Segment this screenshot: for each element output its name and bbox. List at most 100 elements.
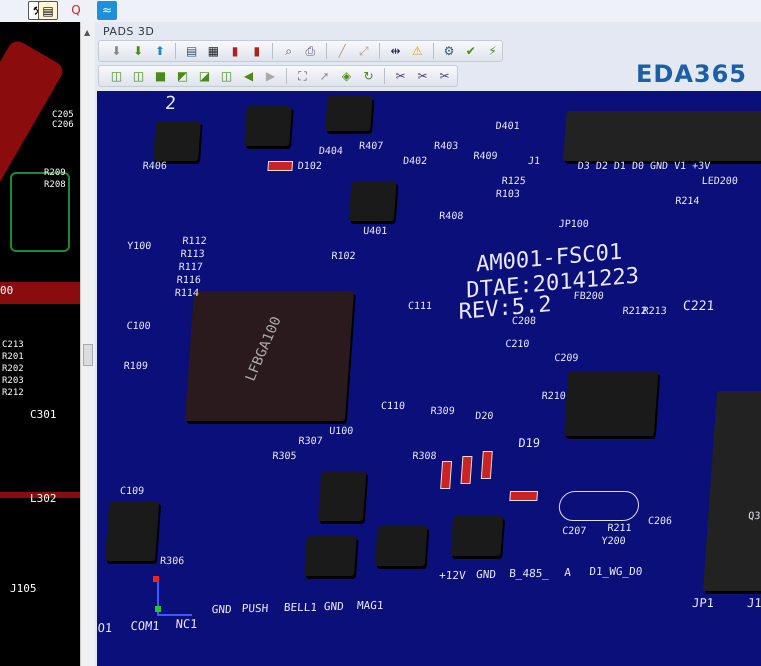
- measure-diagonal-icon[interactable]: ⤢: [354, 42, 373, 60]
- distance-icon[interactable]: ⇹: [386, 42, 405, 60]
- router-icon[interactable]: ≈: [97, 1, 117, 20]
- print-preview-icon[interactable]: ⌕: [279, 42, 298, 60]
- ref-label: R125: [501, 176, 527, 187]
- ref-label: R309: [430, 406, 456, 417]
- ref-label: C111: [407, 301, 433, 312]
- label-r202: R202: [2, 364, 24, 374]
- ref-label: U100: [328, 426, 354, 437]
- resistor: [460, 456, 473, 484]
- pin-header-side: [703, 391, 761, 591]
- diode-package: [450, 516, 504, 556]
- ref-label: D401: [495, 121, 520, 132]
- clip-y-icon[interactable]: ✂: [413, 67, 432, 85]
- pin-header: [563, 111, 761, 161]
- label-00: 00: [0, 284, 14, 297]
- import-icon[interactable]: ⬇: [107, 42, 126, 60]
- right-view-icon[interactable]: ◩: [173, 67, 192, 85]
- label-r209: R209: [44, 168, 66, 178]
- ref-label: R306: [159, 556, 185, 567]
- library-up-icon[interactable]: ▮: [247, 42, 266, 60]
- fit-view-icon[interactable]: ⛶: [293, 67, 312, 85]
- ref-label: Y100: [126, 241, 152, 252]
- settings-icon[interactable]: ⚙: [440, 42, 459, 60]
- toolbar-view: ◫ ◫ ■ ◩ ◪ ◫ ◀ ▶ ⛶ ➚ ◈ ↻ ✂ ✂ ✂: [98, 65, 458, 87]
- rotate-icon[interactable]: ↻: [359, 67, 378, 85]
- ref-label: R407: [358, 141, 384, 152]
- chip-marking: LFBGA100: [242, 314, 285, 384]
- ref-label: D19: [517, 436, 541, 450]
- ref-label: R403: [433, 141, 459, 152]
- export-down-icon[interactable]: ⬇: [129, 42, 148, 60]
- query-icon[interactable]: Q: [66, 1, 86, 20]
- prev-view-icon[interactable]: ◀: [239, 67, 258, 85]
- soic-chip: [317, 471, 367, 521]
- diode-package: [153, 121, 201, 161]
- ref-label: R117: [178, 262, 204, 273]
- print-icon[interactable]: ⎙: [301, 42, 320, 60]
- ref-label: R305: [272, 451, 297, 462]
- ref-label: R109: [123, 361, 149, 372]
- warning-icon[interactable]: ⚠: [408, 42, 427, 60]
- pcb-2d-view[interactable]: C205 C206 R209 R208 00 C213 R201 R202 R2…: [0, 22, 80, 666]
- ref-label: C100: [126, 321, 151, 332]
- properties-icon[interactable]: ▤: [182, 42, 201, 60]
- export-up-icon[interactable]: ⬆: [151, 42, 170, 60]
- clip-x-icon[interactable]: ✂: [391, 67, 410, 85]
- terminal-label: PUSH: [241, 602, 269, 615]
- scrollbar-thumb[interactable]: [83, 344, 93, 366]
- clip-z-icon[interactable]: ✂: [435, 67, 454, 85]
- ref-label: C208: [511, 316, 537, 327]
- diode-package: [304, 536, 357, 576]
- ref-label: R406: [142, 161, 168, 172]
- bga-chip: LFBGA100: [184, 291, 354, 421]
- select-icon[interactable]: ➚: [315, 67, 334, 85]
- ref-label: D20: [474, 411, 494, 422]
- ref-label: C207: [561, 526, 587, 537]
- check-icon[interactable]: ✔: [461, 42, 480, 60]
- top-view-icon[interactable]: ◫: [129, 67, 148, 85]
- terminal-label: BELL1: [283, 601, 318, 614]
- iso-view-icon[interactable]: ◫: [107, 67, 126, 85]
- eda365-logo: EDA365: [636, 60, 747, 88]
- terminal-label: MAG1: [356, 599, 384, 612]
- ref-label: C209: [553, 353, 579, 364]
- scroll-up-icon[interactable]: ▲: [84, 28, 90, 37]
- ref-label: R112: [182, 236, 207, 247]
- back-view-icon[interactable]: ◫: [217, 67, 236, 85]
- ref-label: FB200: [573, 291, 605, 302]
- terminal-label: GND: [211, 603, 233, 616]
- main-toolbar: ⚒ ▤ Q ≈: [0, 0, 761, 22]
- measure-icon[interactable]: ╱: [333, 42, 352, 60]
- ref-label: LED200: [701, 176, 739, 187]
- ref-label: J10: [746, 596, 761, 610]
- ref-label: U401: [362, 226, 388, 237]
- label-r208: R208: [44, 180, 66, 190]
- 3d-viewport[interactable]: LFBGA100 AM001-FSC01 DTAE:20141223 REV:5…: [97, 91, 761, 666]
- label-c301: C301: [30, 408, 57, 421]
- open-window-icon[interactable]: ▤: [38, 1, 58, 20]
- vertical-scrollbar[interactable]: ▲: [80, 22, 95, 666]
- left-view-icon[interactable]: ◪: [195, 67, 214, 85]
- ref-label: D102: [297, 161, 323, 172]
- ref-label: C110: [380, 401, 406, 412]
- ref-label: R409: [473, 151, 498, 162]
- soic-u401: [348, 181, 397, 221]
- component-icon[interactable]: ▦: [204, 42, 223, 60]
- terminal-label: COM1: [130, 619, 160, 633]
- terminal-label: D1_WG_D0: [588, 565, 643, 578]
- ref-label: C109: [119, 486, 145, 497]
- ref-label: D404: [318, 146, 344, 157]
- terminal-label: A: [563, 566, 572, 579]
- front-view-icon[interactable]: ■: [151, 67, 170, 85]
- inductor: [105, 501, 160, 561]
- next-view-icon[interactable]: ▶: [261, 67, 280, 85]
- label-c205: C205: [52, 110, 74, 120]
- ref-label: R408: [438, 211, 464, 222]
- zoom-icon[interactable]: ◈: [337, 67, 356, 85]
- terminal-label: GND: [323, 600, 345, 613]
- board-icon[interactable]: ⚡: [483, 42, 502, 60]
- ref-label: Q30: [747, 511, 761, 522]
- resistor: [509, 491, 539, 501]
- library-down-icon[interactable]: ▮: [226, 42, 245, 60]
- ref-label: R308: [412, 451, 437, 462]
